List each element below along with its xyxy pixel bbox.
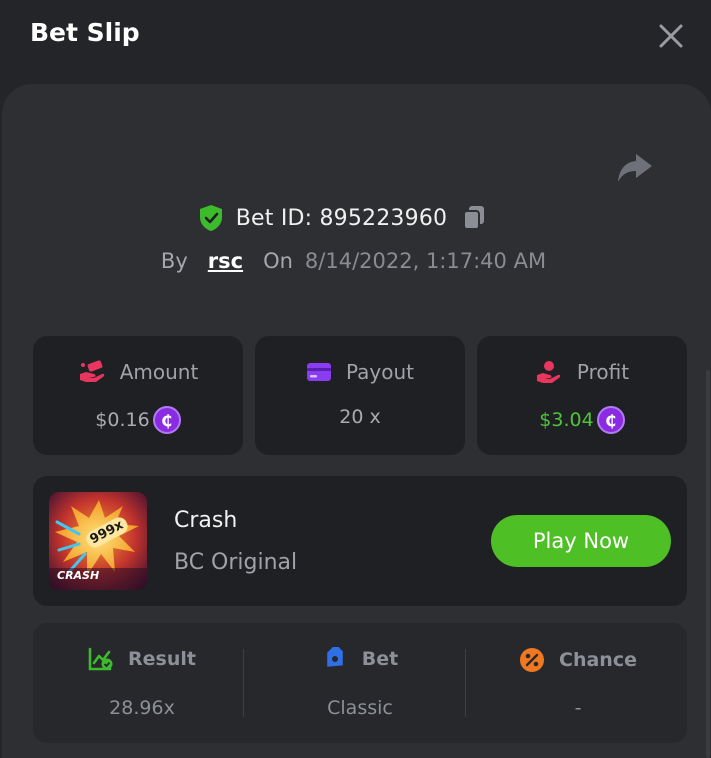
game-provider: BC Original — [174, 550, 298, 575]
payout-label: Payout — [345, 360, 414, 384]
amount-value: $0.16 — [95, 409, 150, 431]
close-button[interactable] — [655, 20, 687, 52]
bet-date: 8/14/2022, 1:17:40 AM — [304, 249, 547, 273]
chart-check-icon — [88, 647, 113, 671]
share-icon — [618, 154, 652, 182]
close-icon — [659, 24, 683, 48]
divider — [243, 649, 244, 717]
play-now-button[interactable]: Play Now — [491, 515, 671, 567]
divider — [465, 649, 466, 717]
profit-label: Profit — [576, 360, 630, 384]
payout-value: 20 x — [339, 406, 381, 428]
game-thumbnail[interactable]: 999x CRASH — [49, 492, 147, 590]
chance-label: Chance — [559, 649, 637, 671]
scrollbar[interactable] — [706, 370, 710, 758]
game-name: Crash — [174, 508, 238, 533]
bet-meta-row: By rsc On 8/14/2022, 1:17:40 AM — [0, 244, 711, 278]
by-label: By — [160, 249, 188, 273]
card-icon — [306, 363, 331, 381]
coin-icon: ₵ — [152, 406, 181, 434]
bet-label: Bet — [361, 648, 399, 670]
header: Bet Slip — [0, 0, 711, 70]
amount-label: Amount — [119, 360, 199, 384]
chance-value: - — [574, 697, 582, 719]
bet-id: Bet ID: 895223960 — [235, 205, 448, 231]
amount-card: Amount $0.16 ₵ — [33, 336, 243, 455]
result-label: Result — [128, 648, 196, 670]
profit-value: $3.04 — [539, 409, 594, 431]
bet-column: Bet Classic — [251, 623, 469, 743]
profit-card: Profit $3.04 ₵ — [477, 336, 687, 455]
chance-column: Chance - — [469, 623, 687, 743]
result-value: 28.96x — [109, 697, 175, 719]
bet-value: Classic — [327, 697, 393, 719]
share-button[interactable] — [616, 150, 654, 186]
on-label: On — [263, 249, 293, 273]
shield-check-icon — [199, 205, 222, 231]
username-link[interactable]: rsc — [208, 249, 243, 273]
result-column: Result 28.96x — [33, 623, 251, 743]
percent-icon — [520, 648, 545, 672]
page-title: Bet Slip — [30, 18, 140, 47]
profit-hand-icon — [536, 361, 561, 383]
thumb-label: CRASH — [57, 569, 100, 582]
coin-icon: ₵ — [596, 406, 625, 434]
payout-card: Payout 20 x — [255, 336, 465, 455]
copy-icon — [463, 206, 485, 230]
bet-id-row: Bet ID: 895223960 — [0, 200, 711, 236]
bet-details-card: Result 28.96x Bet Classic Chance - — [33, 623, 687, 743]
copy-button[interactable] — [461, 204, 487, 232]
tag-icon — [326, 647, 343, 667]
money-hand-icon — [79, 360, 104, 382]
game-card: 999x CRASH Crash BC Original Play Now — [33, 476, 687, 606]
